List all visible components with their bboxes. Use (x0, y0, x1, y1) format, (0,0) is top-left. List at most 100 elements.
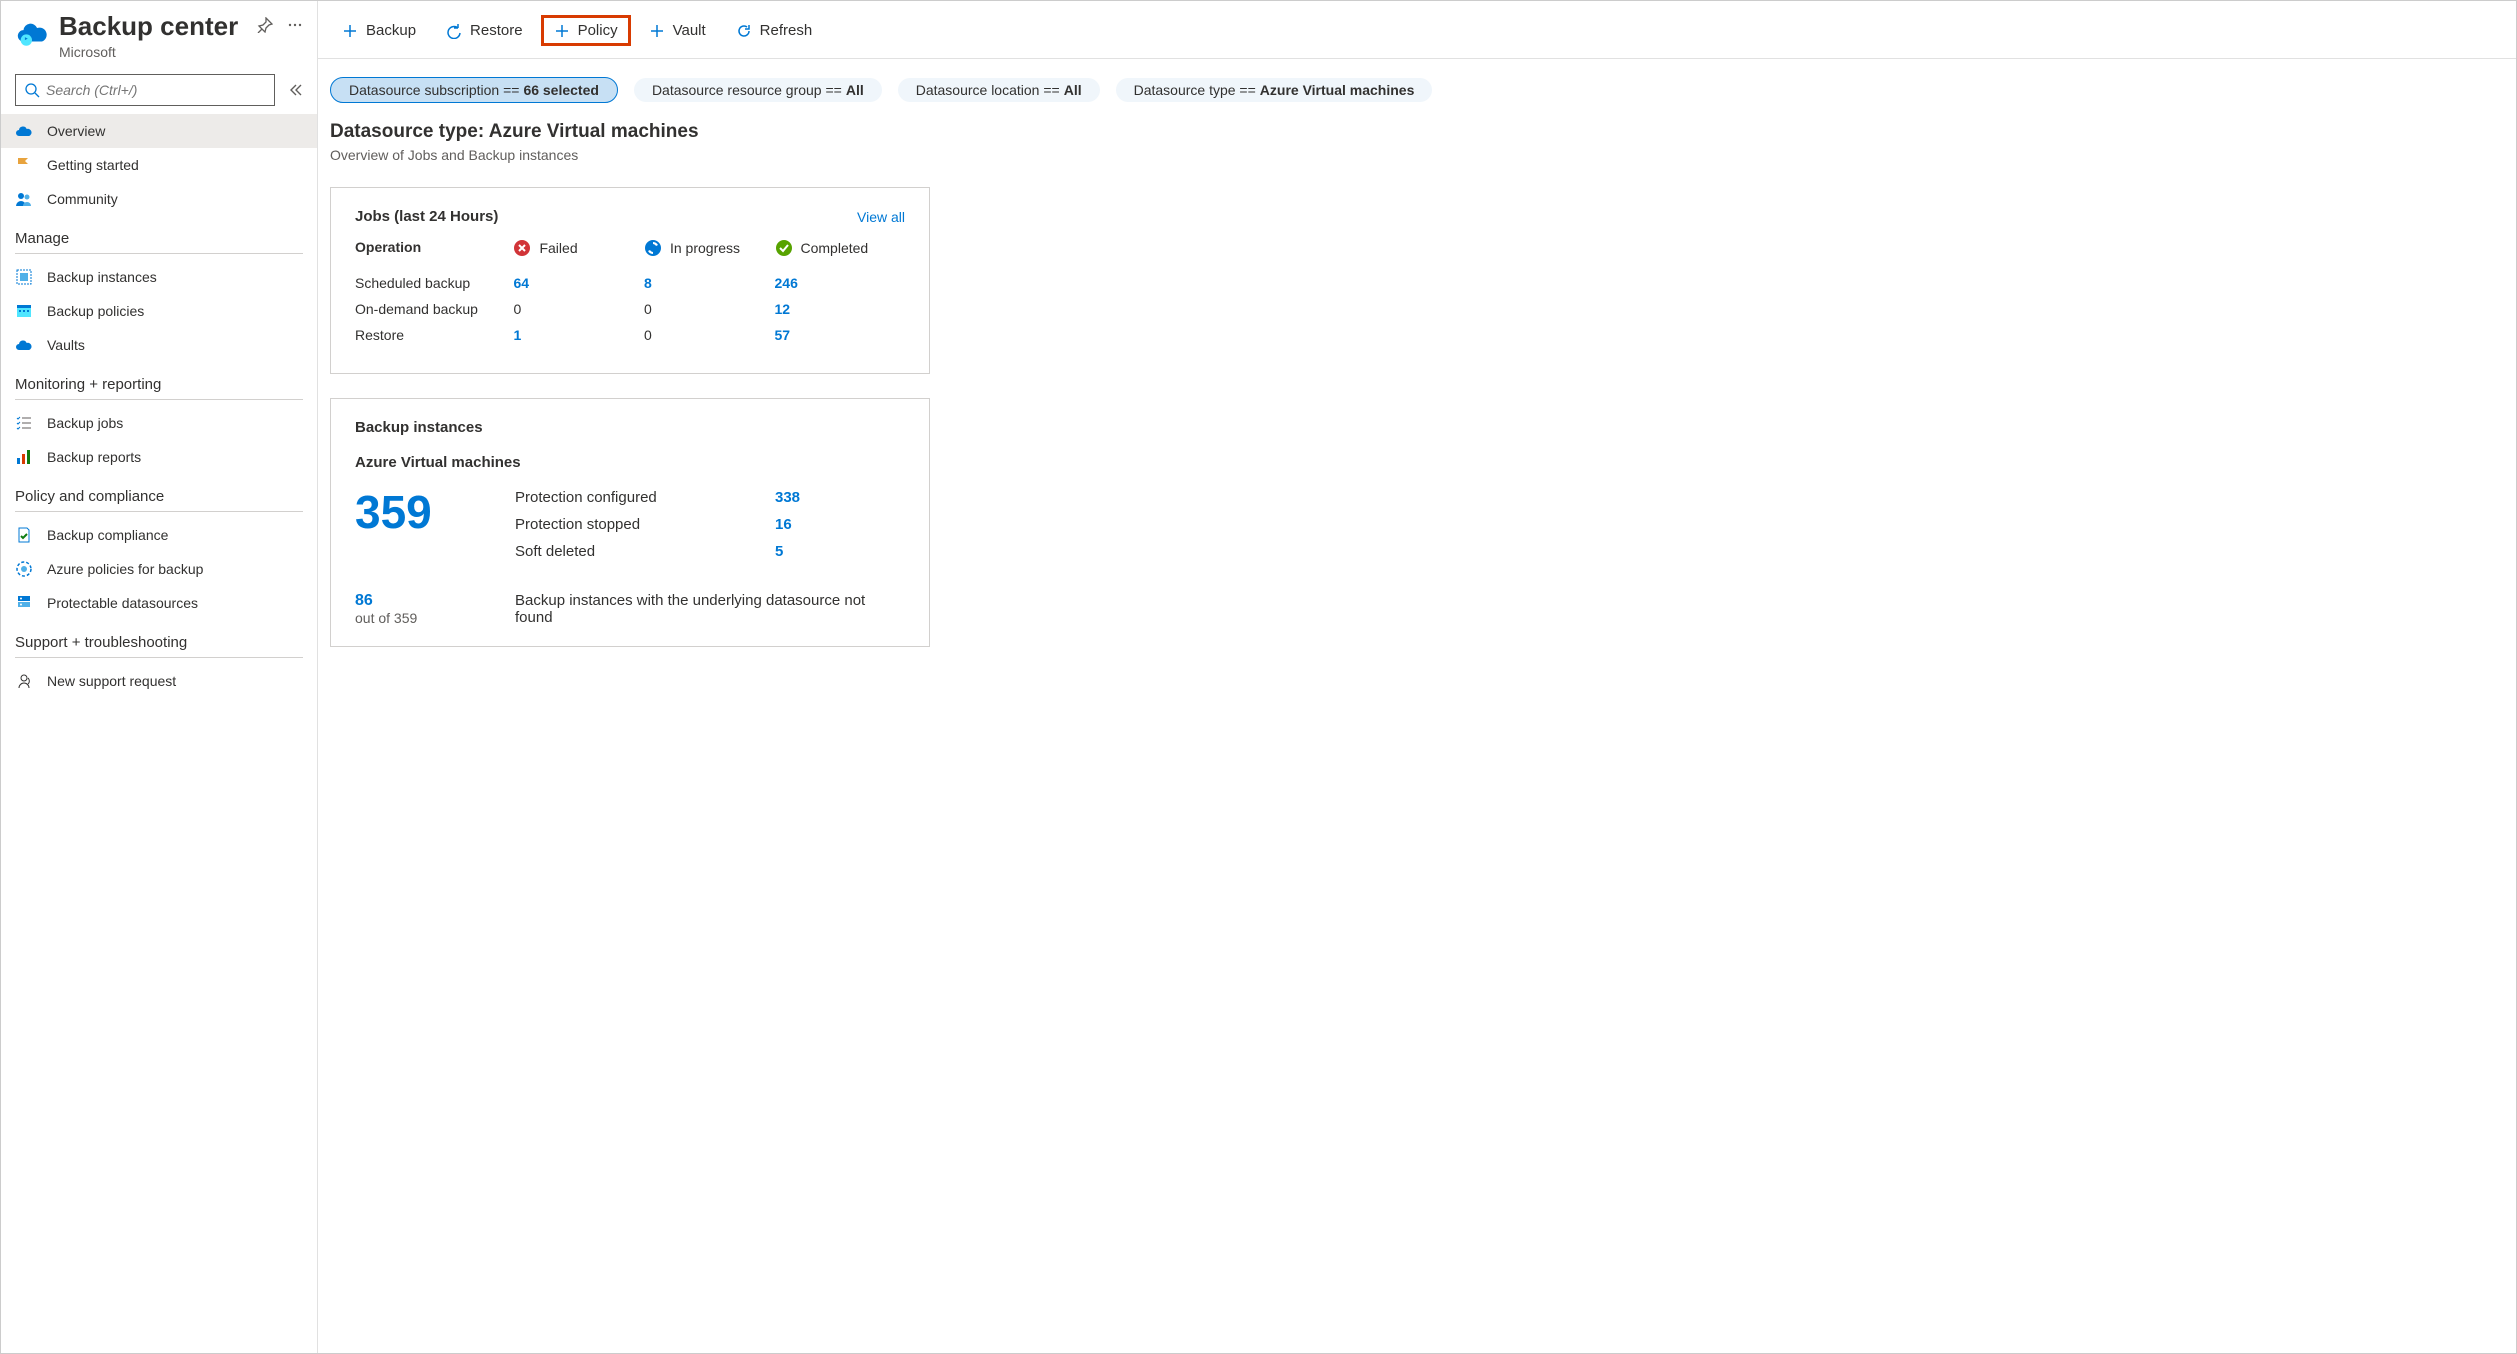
sidebar-item-backup-policies[interactable]: Backup policies (1, 294, 317, 328)
sidebar-item-label: Vaults (47, 337, 85, 353)
sidebar-item-label: Getting started (47, 157, 139, 173)
divider (15, 253, 303, 254)
instances-card: Backup instances Azure Virtual machines … (330, 398, 930, 647)
completed-count[interactable]: 57 (775, 327, 791, 343)
sidebar-item-overview[interactable]: Overview (1, 114, 317, 148)
refresh-icon (736, 23, 752, 39)
completed-icon (775, 239, 793, 257)
divider (15, 657, 303, 658)
flag-icon (15, 156, 33, 174)
sidebar-item-label: Backup reports (47, 449, 141, 465)
restore-button[interactable]: Restore (434, 16, 535, 45)
sidebar-item-label: Overview (47, 123, 105, 139)
page-header: Backup center Microsoft (1, 1, 317, 64)
backup-button[interactable]: Backup (330, 16, 428, 45)
op-label: On-demand backup (355, 301, 513, 317)
stat-value[interactable]: 5 (775, 543, 783, 560)
overview-icon (15, 122, 33, 140)
failed-count[interactable]: 1 (513, 327, 521, 343)
inprogress-count[interactable]: 8 (644, 275, 652, 291)
refresh-button[interactable]: Refresh (724, 16, 825, 45)
instances-card-title: Backup instances (355, 419, 905, 436)
inprogress-count: 0 (644, 327, 652, 343)
filter-label: Datasource resource group == (652, 82, 842, 98)
toolbar-label: Vault (673, 22, 706, 39)
sidebar-item-label: Protectable datasources (47, 595, 198, 611)
sidebar-item-backup-instances[interactable]: Backup instances (1, 260, 317, 294)
failed-count[interactable]: 64 (513, 275, 529, 291)
jobs-card-title: Jobs (last 24 Hours) (355, 208, 498, 225)
sidebar-item-label: Backup jobs (47, 415, 123, 431)
datasource-title: Datasource type: Azure Virtual machines (330, 121, 2504, 143)
support-icon (15, 672, 33, 690)
search-input[interactable] (46, 82, 266, 98)
completed-count[interactable]: 12 (775, 301, 791, 317)
more-icon[interactable] (287, 17, 303, 33)
filter-value: All (846, 82, 864, 98)
stat-value[interactable]: 338 (775, 489, 800, 506)
col-failed: Failed (513, 239, 644, 257)
sidebar-item-community[interactable]: Community (1, 182, 317, 216)
footer-sub: out of 359 (355, 610, 515, 626)
jobs-row: On-demand backup 0 0 12 (355, 301, 905, 317)
filter-value: Azure Virtual machines (1260, 82, 1415, 98)
sidebar-item-protectable-datasources[interactable]: Protectable datasources (1, 586, 317, 620)
stat-value[interactable]: 16 (775, 516, 792, 533)
view-all-link[interactable]: View all (857, 209, 905, 225)
toolbar-label: Restore (470, 22, 523, 39)
sidebar-item-label: Backup instances (47, 269, 157, 285)
sidebar-search[interactable] (15, 74, 275, 106)
col-operation: Operation (355, 239, 513, 257)
filter-resource-group[interactable]: Datasource resource group == All (634, 78, 882, 102)
instances-icon (15, 268, 33, 286)
stat-row: Protection configured 338 (515, 489, 905, 506)
sidebar-item-azure-policies[interactable]: Azure policies for backup (1, 552, 317, 586)
sidebar-item-backup-reports[interactable]: Backup reports (1, 440, 317, 474)
backup-center-icon (15, 16, 49, 50)
sidebar-item-backup-compliance[interactable]: Backup compliance (1, 518, 317, 552)
sidebar-section-manage: Manage (1, 216, 317, 249)
filter-row: Datasource subscription == 66 selected D… (330, 59, 2516, 121)
stat-label: Soft deleted (515, 543, 775, 560)
people-icon (15, 190, 33, 208)
undo-icon (446, 23, 462, 39)
sidebar: Backup center Microsoft Overview Gett (1, 1, 318, 1353)
stat-label: Protection stopped (515, 516, 775, 533)
filter-label: Datasource type == (1134, 82, 1256, 98)
toolbar-label: Backup (366, 22, 416, 39)
collapse-sidebar-icon[interactable] (287, 82, 303, 98)
col-inprogress: In progress (644, 239, 775, 257)
toolbar-label: Refresh (760, 22, 813, 39)
vault-button[interactable]: Vault (637, 16, 718, 45)
plus-icon (554, 23, 570, 39)
filter-subscription[interactable]: Datasource subscription == 66 selected (330, 77, 618, 103)
sidebar-item-backup-jobs[interactable]: Backup jobs (1, 406, 317, 440)
main-content: Backup Restore Policy Vault Refresh Data… (318, 1, 2516, 1353)
op-label: Scheduled backup (355, 275, 513, 291)
sidebar-item-label: Community (47, 191, 118, 207)
sidebar-item-getting-started[interactable]: Getting started (1, 148, 317, 182)
filter-type[interactable]: Datasource type == Azure Virtual machine… (1116, 78, 1433, 102)
divider (15, 399, 303, 400)
completed-count[interactable]: 246 (775, 275, 798, 291)
sidebar-item-new-support-request[interactable]: New support request (1, 664, 317, 698)
sidebar-item-vaults[interactable]: Vaults (1, 328, 317, 362)
toolbar-label: Policy (578, 22, 618, 39)
filter-location[interactable]: Datasource location == All (898, 78, 1100, 102)
inprogress-icon (644, 239, 662, 257)
page-title: Backup center (59, 11, 257, 42)
instances-card-subtitle: Azure Virtual machines (355, 454, 905, 471)
instances-total[interactable]: 359 (355, 489, 515, 535)
filter-label: Datasource subscription == (349, 82, 519, 98)
sidebar-section-policy: Policy and compliance (1, 474, 317, 507)
jobs-card: Jobs (last 24 Hours) View all Operation … (330, 187, 930, 374)
sidebar-item-label: Backup policies (47, 303, 144, 319)
footer-count[interactable]: 86 (355, 592, 515, 610)
page-subtitle: Microsoft (59, 44, 257, 60)
datasource-subtitle: Overview of Jobs and Backup instances (330, 147, 2504, 163)
sidebar-section-monitoring: Monitoring + reporting (1, 362, 317, 395)
sidebar-item-label: Backup compliance (47, 527, 168, 543)
pin-icon[interactable] (257, 17, 273, 33)
policy-button[interactable]: Policy (541, 15, 631, 46)
sidebar-section-support: Support + troubleshooting (1, 620, 317, 653)
